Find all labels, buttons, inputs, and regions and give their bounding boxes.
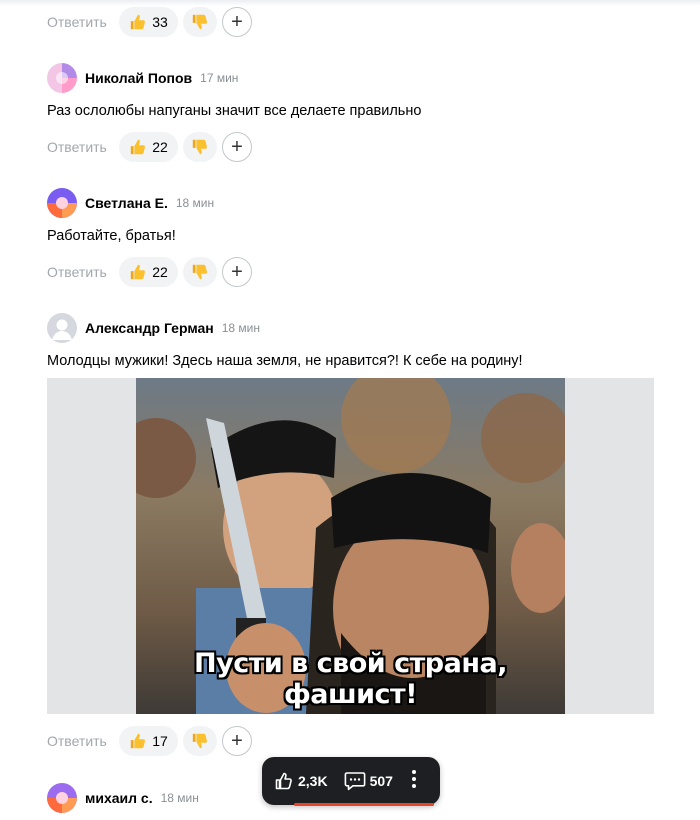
add-reaction-button[interactable]: + (222, 7, 252, 37)
avatar[interactable] (47, 188, 77, 218)
thumbs-up-icon (131, 733, 146, 749)
comment-time: 17 мин (200, 71, 239, 85)
comment-actions: Ответить 22 + (47, 256, 252, 288)
comment-header: Светлана Е. 18 мин (47, 187, 214, 219)
comment-header: Александр Герман 18 мин (47, 312, 260, 344)
thumbs-down-icon (192, 14, 207, 30)
reply-button[interactable]: Ответить (47, 264, 119, 280)
comment-time: 18 мин (160, 791, 199, 805)
reply-button[interactable]: Ответить (47, 139, 119, 155)
comment-actions: Ответить 17 + (47, 725, 252, 757)
comment-text: Раз ослолюбы напуганы значит все делаете… (47, 103, 422, 119)
comment-time: 18 мин (175, 196, 215, 210)
post-like-count: 2,3K (298, 773, 328, 789)
like-button[interactable]: 22 (119, 132, 178, 162)
comment-image-frame[interactable]: Пусти в свой страна, фашист! (47, 378, 654, 714)
dislike-button[interactable] (183, 257, 217, 287)
comment-text: Молодцы мужики! Здесь наша земля, не нра… (47, 353, 523, 369)
add-reaction-button[interactable]: + (222, 257, 252, 287)
thumbs-up-icon (275, 772, 292, 790)
dislike-button[interactable] (183, 726, 217, 756)
author-name[interactable]: Светлана Е. (85, 195, 168, 211)
comment-header: Николай Попов 17 мин (47, 62, 238, 94)
post-comments-button[interactable]: 507 (344, 771, 393, 791)
like-count: 22 (152, 139, 168, 155)
like-button[interactable]: 22 (119, 257, 178, 287)
thumbs-up-icon (131, 14, 146, 30)
dislike-button[interactable] (183, 7, 217, 37)
comment-icon (344, 772, 365, 791)
post-like-button[interactable]: 2,3K (274, 771, 328, 791)
thumbs-up-icon (131, 139, 146, 155)
thumbs-down-icon (192, 139, 207, 155)
reply-button[interactable]: Ответить (47, 733, 119, 749)
comment-text: Работайте, братья! (47, 228, 176, 244)
like-count: 22 (152, 264, 168, 280)
comment-time: 18 мин (221, 321, 261, 335)
comment-header: михаил с. 18 мин (47, 782, 199, 814)
floating-reactions-bar: 2,3K 507 (262, 757, 440, 805)
author-name[interactable]: Николай Попов (85, 70, 192, 86)
reply-button[interactable]: Ответить (47, 14, 119, 30)
avatar[interactable] (47, 63, 77, 93)
comment-actions: Ответить 22 + (47, 131, 252, 163)
more-vertical-icon (411, 769, 416, 788)
author-name[interactable]: михаил с. (85, 790, 153, 806)
more-options-button[interactable] (411, 769, 417, 794)
post-comment-count: 507 (369, 773, 393, 789)
meme-image[interactable]: Пусти в свой страна, фашист! (136, 378, 565, 714)
like-count: 33 (152, 14, 168, 30)
add-reaction-button[interactable]: + (222, 726, 252, 756)
like-button[interactable]: 33 (119, 7, 178, 37)
like-button[interactable]: 17 (119, 726, 178, 756)
thumbs-down-icon (192, 733, 207, 749)
avatar[interactable] (47, 313, 77, 343)
comment-actions: Ответить 33 + (47, 6, 252, 38)
meme-caption: Пусти в свой страна, фашист! (194, 648, 507, 710)
dislike-button[interactable] (183, 132, 217, 162)
author-name[interactable]: Александр Герман (85, 320, 214, 336)
thumbs-down-icon (192, 264, 207, 280)
add-reaction-button[interactable]: + (222, 132, 252, 162)
thumbs-up-icon (131, 264, 146, 280)
like-count: 17 (152, 733, 168, 749)
accent-underline (294, 803, 434, 806)
avatar[interactable] (47, 783, 77, 813)
